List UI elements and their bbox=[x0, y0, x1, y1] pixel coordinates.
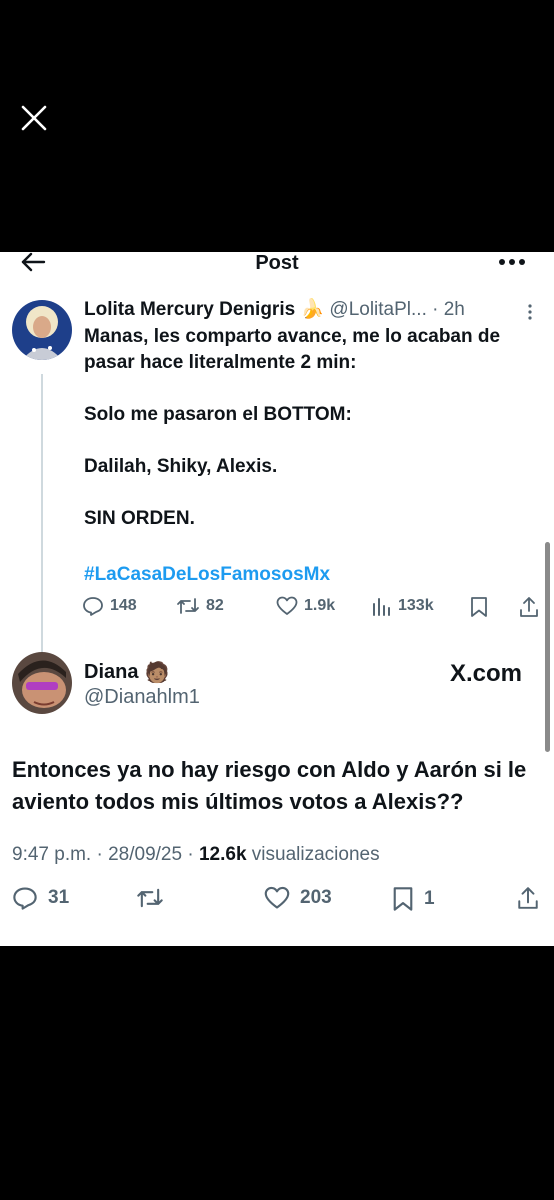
more-options-icon[interactable] bbox=[498, 258, 526, 266]
bookmark-button[interactable]: 1 bbox=[392, 886, 435, 912]
share-icon[interactable] bbox=[518, 596, 540, 618]
repost-icon[interactable] bbox=[136, 886, 164, 910]
tweet-line: Dalilah, Shiky, Alexis. bbox=[84, 456, 278, 477]
author-name[interactable]: Diana bbox=[84, 661, 138, 684]
author-row: Diana 🧑🏽 bbox=[84, 660, 169, 685]
post-header: Post bbox=[0, 252, 554, 278]
author-name[interactable]: Lolita Mercury Denigris bbox=[84, 299, 295, 320]
tweet-text: Entonces ya no hay riesgo con Aldo y Aar… bbox=[12, 757, 527, 814]
meta-separator: · bbox=[96, 844, 109, 865]
reply-button[interactable]: 31 bbox=[12, 886, 69, 910]
x-com-watermark: X.com bbox=[450, 660, 523, 687]
parent-tweet[interactable]: Lolita Mercury Denigris 🍌 @LolitaPl... ·… bbox=[0, 294, 554, 684]
author-handle-time[interactable]: @LolitaPl... · 2h bbox=[329, 299, 464, 320]
heart-icon bbox=[276, 596, 298, 615]
share-icon[interactable] bbox=[516, 886, 540, 910]
more-options-icon[interactable] bbox=[528, 304, 532, 320]
bookmark-count: 1 bbox=[424, 888, 435, 909]
tweet-text: Manas, les comparto avance, me lo acaban… bbox=[84, 324, 546, 532]
reply-count: 148 bbox=[110, 597, 137, 614]
views-label: visualizaciones bbox=[251, 844, 380, 865]
tweet-line: Solo me pasaron el BOTTOM: bbox=[84, 404, 352, 425]
views-count: 12.6k bbox=[198, 844, 247, 865]
avatar[interactable] bbox=[12, 652, 72, 714]
tweet-actions: 31 203 1 bbox=[0, 886, 554, 916]
views-button[interactable]: 133k bbox=[372, 596, 434, 616]
close-icon[interactable] bbox=[20, 104, 48, 132]
page-title: Post bbox=[255, 252, 299, 274]
hashtag-link[interactable]: #LaCasaDeLosFamososMx bbox=[84, 564, 330, 586]
avatar[interactable] bbox=[12, 300, 72, 360]
scrollbar[interactable] bbox=[545, 542, 550, 752]
repost-icon bbox=[177, 598, 199, 614]
tweet-date[interactable]: 28/09/25 bbox=[108, 844, 182, 865]
author-handle[interactable]: @Dianahlm1 bbox=[84, 686, 200, 709]
bookmark-icon[interactable] bbox=[470, 596, 488, 618]
reply-icon bbox=[83, 597, 103, 616]
post-card: Post Lolita Mercury Denigris 🍌 @LolitaPl… bbox=[0, 252, 554, 946]
like-button[interactable]: 1.9k bbox=[276, 596, 335, 616]
bookmark-icon bbox=[393, 887, 413, 911]
reply-icon bbox=[13, 887, 37, 910]
tweet-author-row: Lolita Mercury Denigris 🍌 @LolitaPl... ·… bbox=[84, 298, 465, 322]
thread-line bbox=[41, 374, 43, 684]
person-emoji: 🧑🏽 bbox=[144, 662, 170, 684]
repost-count: 82 bbox=[206, 597, 224, 614]
tweet-meta: 9:47 p.m. · 28/09/25 · 12.6k visualizaci… bbox=[12, 844, 380, 866]
views-count: 133k bbox=[398, 597, 434, 614]
heart-icon bbox=[264, 886, 290, 909]
tweet-line: SIN ORDEN. bbox=[84, 508, 195, 529]
tweet-actions: 148 82 1.9k 133k bbox=[82, 596, 544, 622]
analytics-icon bbox=[373, 598, 390, 616]
tweet-line: Manas, les comparto avance, me lo acaban… bbox=[84, 326, 501, 373]
like-button[interactable]: 203 bbox=[264, 886, 332, 910]
like-count: 203 bbox=[300, 887, 332, 908]
repost-button[interactable]: 82 bbox=[176, 596, 224, 616]
reply-button[interactable]: 148 bbox=[82, 596, 137, 616]
like-count: 1.9k bbox=[304, 597, 336, 614]
tweet-time[interactable]: 9:47 p.m. bbox=[12, 844, 91, 865]
reply-count: 31 bbox=[48, 887, 70, 908]
banana-emoji: 🍌 bbox=[300, 299, 325, 320]
meta-separator: · bbox=[187, 844, 199, 865]
